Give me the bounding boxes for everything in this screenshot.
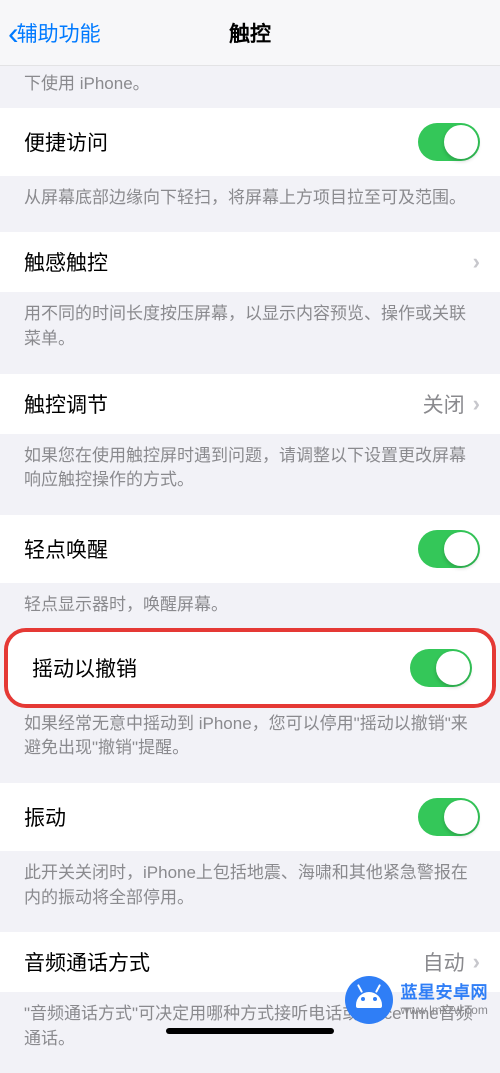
call-audio-routing-value: 自动 [423,947,465,977]
content-scroll[interactable]: 下使用 iPhone。 便捷访问 从屏幕底部边缘向下轻扫，将屏幕上方项目拉至可及… [0,66,500,1073]
toggle-knob [436,651,470,685]
partial-description: 下使用 iPhone。 [0,66,500,108]
vibration-label: 振动 [24,802,66,832]
tap-to-wake-label: 轻点唤醒 [24,534,108,564]
vibration-toggle[interactable] [418,798,480,836]
touch-accommodations-value: 关闭 [423,389,465,419]
reachability-description: 从屏幕底部边缘向下轻扫，将屏幕上方项目拉至可及范围。 [0,176,500,233]
shake-to-undo-description: 如果经常无意中摇动到 iPhone，您可以停用"摇动以撤销"来避免出现"撤销"提… [0,708,500,783]
shake-to-undo-cell: 摇动以撤销 [8,632,492,704]
reachability-toggle[interactable] [418,123,480,161]
haptic-touch-description: 用不同的时间长度按压屏幕，以显示内容预览、操作或关联菜单。 [0,292,500,373]
chevron-right-icon: › [473,391,480,417]
highlight-annotation: 摇动以撤销 [4,628,496,708]
chevron-right-icon: › [473,949,480,975]
tap-to-wake-description: 轻点显示器时，唤醒屏幕。 [0,583,500,628]
toggle-knob [444,125,478,159]
toggle-knob [444,532,478,566]
watermark-url: www.lmkzw.com [401,1003,489,1017]
vibration-cell: 振动 [0,783,500,851]
vibration-description: 此开关关闭时，iPhone上包括地震、海啸和其他紧急警报在内的振动将全部停用。 [0,851,500,932]
reachability-label: 便捷访问 [24,127,108,157]
back-button[interactable]: ‹ 辅助功能 [0,17,101,49]
touch-accommodations-cell[interactable]: 触控调节 关闭 › [0,374,500,434]
call-audio-routing-label: 音频通话方式 [24,947,150,977]
reachability-cell: 便捷访问 [0,108,500,176]
touch-accommodations-description: 如果您在使用触控屏时遇到问题，请调整以下设置更改屏幕响应触控操作的方式。 [0,434,500,515]
chevron-right-icon: › [473,249,480,275]
home-indicator[interactable] [166,1028,334,1034]
haptic-touch-label: 触感触控 [24,247,108,277]
tap-to-wake-cell: 轻点唤醒 [0,515,500,583]
watermark-title: 蓝星安卓网 [401,983,489,1003]
back-label: 辅助功能 [17,18,101,48]
watermark: 蓝星安卓网 www.lmkzw.com [345,976,489,1024]
navigation-bar: ‹ 辅助功能 触控 [0,0,500,66]
toggle-knob [444,800,478,834]
touch-accommodations-label: 触控调节 [24,389,108,419]
shake-to-undo-label: 摇动以撤销 [32,653,137,683]
tap-to-wake-toggle[interactable] [418,530,480,568]
haptic-touch-cell[interactable]: 触感触控 › [0,232,500,292]
page-title: 触控 [229,18,271,48]
shake-to-undo-toggle[interactable] [410,649,472,687]
android-icon [345,976,393,1024]
